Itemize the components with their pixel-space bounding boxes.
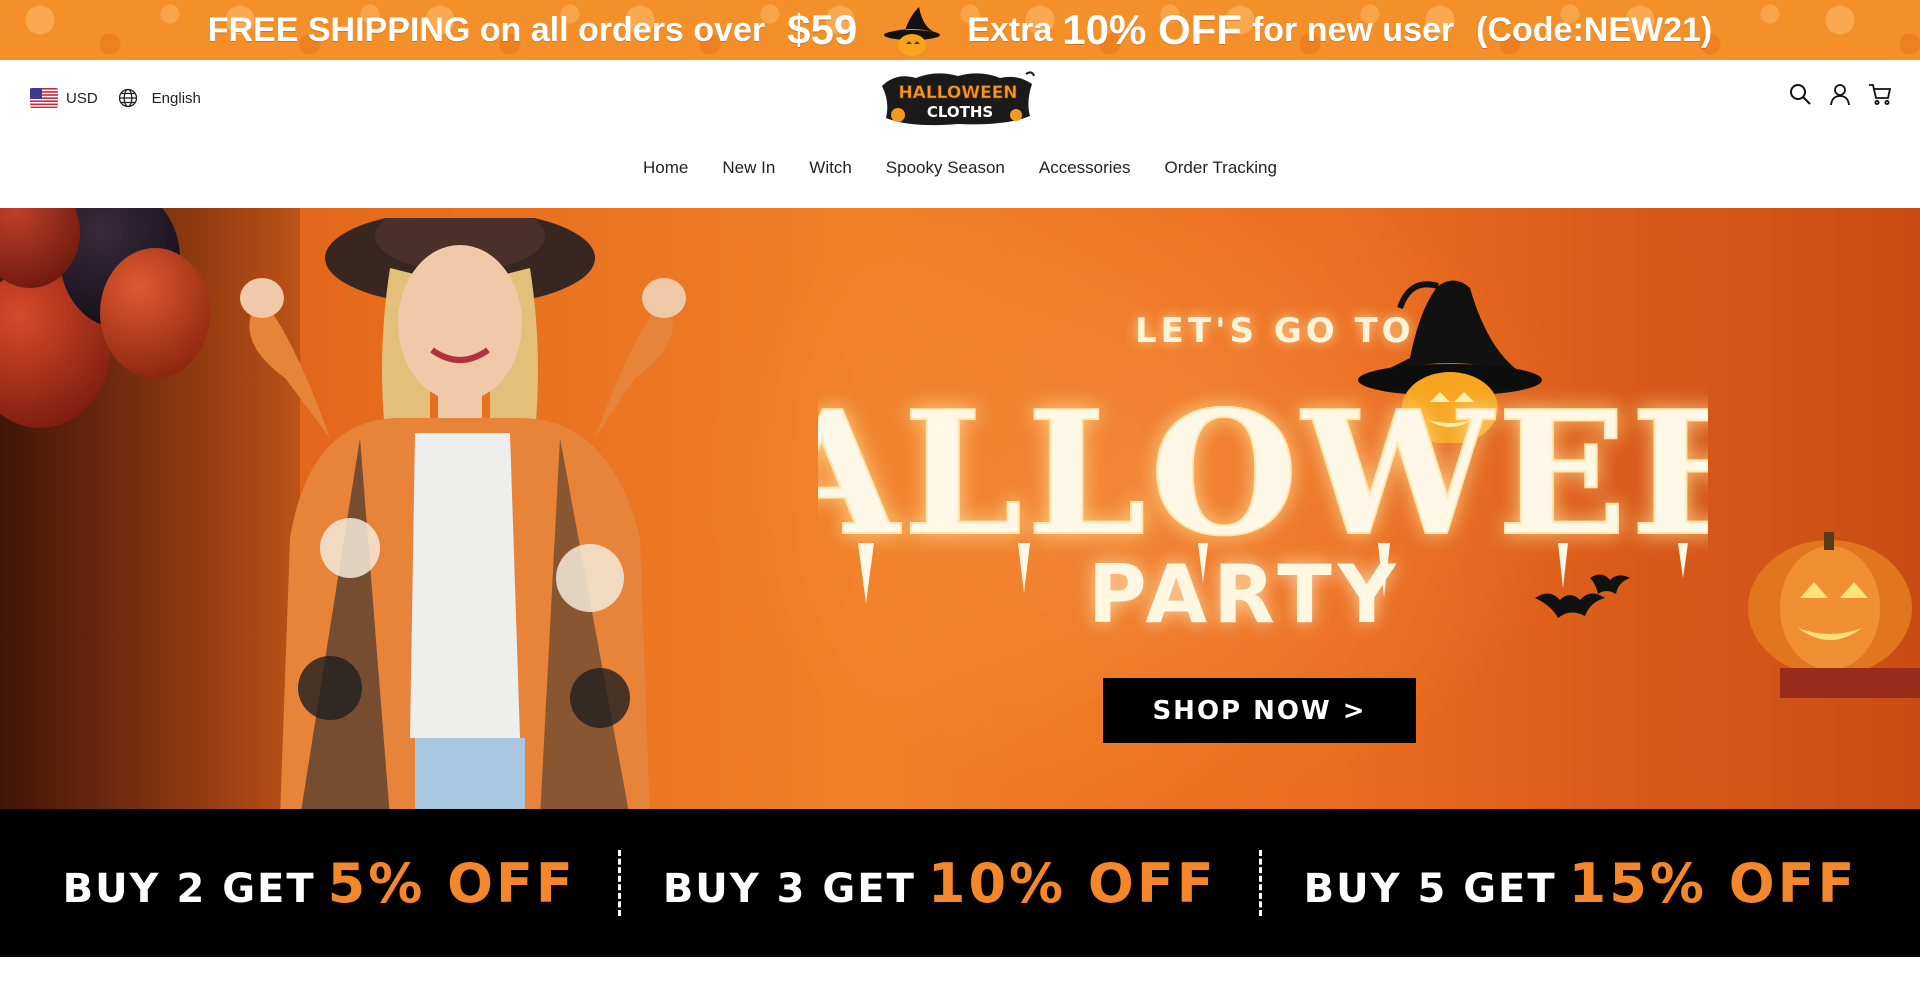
account-icon[interactable]: [1828, 82, 1852, 106]
cart-icon[interactable]: [1868, 82, 1892, 106]
hero-title-party: PARTY: [1088, 548, 1402, 641]
site-header: USD English HALLOWEEN CLOTHS Home New In…: [0, 60, 1920, 208]
us-flag-icon[interactable]: [30, 88, 58, 108]
main-nav: Home New In Witch Spooky Season Accessor…: [0, 158, 1920, 178]
deal-label: BUY 3 GET: [662, 865, 916, 912]
shop-now-button[interactable]: SHOP NOW >: [1103, 678, 1416, 743]
promo-free-shipping-text: FREE SHIPPING on all orders over: [207, 10, 766, 49]
bundle-discount-bar: BUY 2 GET 5% OFF BUY 3 GET 10% OFF BUY 5…: [0, 809, 1920, 957]
deal-item[interactable]: BUY 5 GET 15% OFF: [1262, 852, 1900, 915]
nav-item-accessories[interactable]: Accessories: [1039, 158, 1131, 178]
halloween-cloths-logo[interactable]: HALLOWEEN CLOTHS: [876, 68, 1040, 130]
deal-amount: 10% OFF: [927, 851, 1217, 915]
nav-item-home[interactable]: Home: [643, 158, 688, 178]
nav-item-spooky-season[interactable]: Spooky Season: [886, 158, 1005, 178]
language-selector[interactable]: English: [152, 90, 201, 107]
promo-new-user-text: for new user: [1251, 10, 1455, 49]
hero-title-text: HALLOWEEN: [818, 383, 1708, 574]
deal-item[interactable]: BUY 2 GET 5% OFF: [21, 852, 618, 915]
bats-icon: [1535, 574, 1630, 618]
logo-text-halloween: HALLOWEEN: [898, 83, 1017, 103]
deal-item[interactable]: BUY 3 GET 10% OFF: [621, 852, 1259, 915]
promo-percent: 10% OFF: [1062, 6, 1242, 53]
deal-label: BUY 5 GET: [1303, 865, 1557, 912]
deal-amount: 15% OFF: [1568, 851, 1858, 915]
nav-item-new-in[interactable]: New In: [722, 158, 775, 178]
promo-extra-text: Extra: [967, 10, 1053, 49]
witch-hat-pumpkin-icon: [884, 7, 941, 56]
nav-item-witch[interactable]: Witch: [809, 158, 852, 178]
promo-banner: FREE SHIPPING on all orders over $59 Ext…: [0, 0, 1920, 60]
model-photo: [240, 218, 686, 809]
search-icon[interactable]: [1788, 82, 1812, 106]
nav-item-order-tracking[interactable]: Order Tracking: [1165, 158, 1277, 178]
logo-text-cloths: CLOTHS: [927, 103, 993, 121]
header-actions: [1788, 82, 1892, 106]
promo-price: $59: [787, 6, 858, 53]
deal-amount: 5% OFF: [327, 851, 576, 915]
locale-selector: USD English: [30, 88, 201, 108]
jack-o-lantern-decoration: [1748, 532, 1920, 698]
globe-icon[interactable]: [118, 88, 138, 108]
deal-label: BUY 2 GET: [62, 865, 316, 912]
hero-banner[interactable]: LET'S GO TO HALLOWEEN PARTY SHOP NOW >: [0, 208, 1920, 809]
promo-code: (Code:NEW21): [1476, 10, 1713, 49]
currency-selector[interactable]: USD: [66, 90, 98, 107]
